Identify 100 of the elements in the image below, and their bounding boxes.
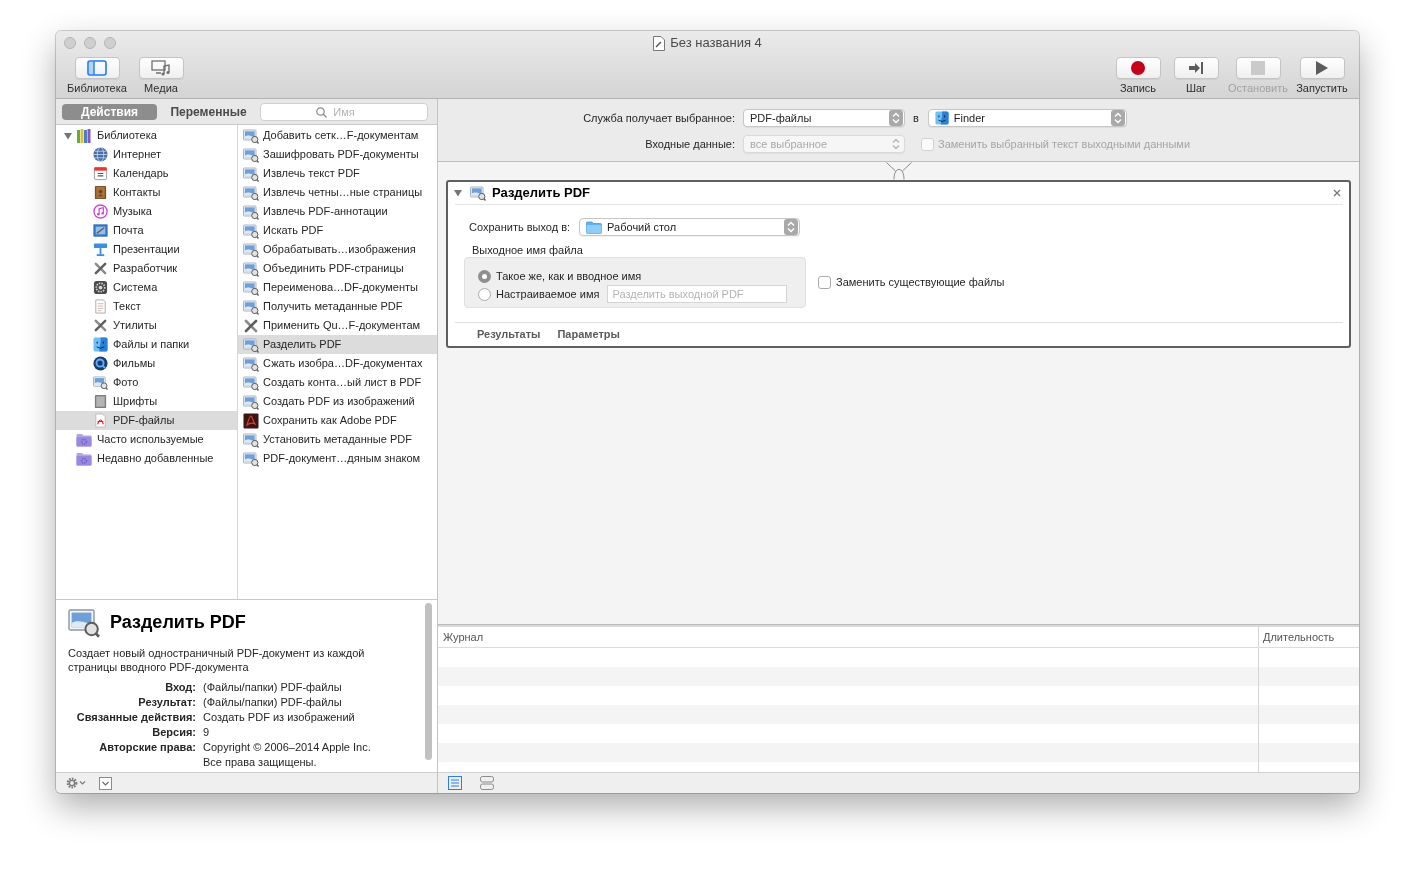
detail-value: (Файлы/папки) PDF-файлы [203,695,343,710]
toolbar-label: Запустить [1296,82,1348,95]
action-item[interactable]: Сжать изобра…DF-документах [238,354,437,373]
action-item[interactable]: Извлечь четны…ные страницы [238,183,437,202]
segment-tab[interactable]: Переменные [161,103,256,120]
action-item[interactable]: Объединить PDF-страницы [238,259,437,278]
checkbox-label: Заменить существующие файлы [836,275,1005,291]
disclosure-triangle-icon[interactable] [64,131,72,140]
detail-label: Вход: [164,680,196,695]
detail-label: Результат: [137,695,196,710]
toolbar-button[interactable] [1173,57,1219,79]
action-item[interactable]: Извлечь PDF-аннотации [238,202,437,221]
category-item[interactable]: Утилиты [56,316,237,335]
action-item[interactable]: Обрабатывать…изображения [238,240,437,259]
ring-icon [93,356,108,371]
toolbar-button[interactable] [1115,57,1161,79]
action-item[interactable]: Искать PDF [238,221,437,240]
input-connector-icon [885,162,912,180]
category-item[interactable]: Часто используемые [56,430,237,449]
play-icon [1316,61,1328,75]
action-item[interactable]: Извлечь текст PDF [238,164,437,183]
podium-icon [93,242,108,257]
document-swirl-icon [243,412,259,429]
action-item[interactable]: Применить Qu…F-документам [238,316,437,335]
globe-icon [93,147,108,162]
toolbar-button[interactable] [138,57,184,79]
search-icon [316,106,327,118]
close-icon[interactable] [1333,189,1341,197]
category-item[interactable]: PDF-файлы [56,411,237,430]
minimize-button[interactable] [84,37,96,49]
action-item[interactable]: Сохранить как Adobe PDF [238,411,437,430]
photo-magnifier-icon [243,279,259,296]
step-forward-icon [1188,61,1204,75]
search-field[interactable]: Имя [260,102,428,121]
category-item[interactable]: Интернет [56,145,237,164]
action-item[interactable]: PDF-документ…дяным знаком [238,449,437,468]
action-item[interactable]: Переименова…DF-документы [238,278,437,297]
close-button[interactable] [64,37,76,49]
action-card[interactable]: Разделить PDF Сохранить выход в: Рабочий стол Выходное имя файла Такое же, как и вводное имя Настраиваемое имя Разделить выходной PDF Заменить существующие файлы Результаты Параметры [446,180,1351,348]
document-icon [93,413,108,428]
category-item[interactable]: Файлы и папки [56,335,237,354]
crossed-tools-icon [93,318,108,333]
action-item[interactable]: Разделить PDF [238,335,437,354]
list-view-icon[interactable] [448,776,462,790]
category-item[interactable]: Недавно добавленные [56,449,237,468]
action-item[interactable]: Установить метаданные PDF [238,430,437,449]
category-item[interactable]: Почта [56,221,237,240]
column-header[interactable]: Длительность [1258,627,1359,647]
footer-tab[interactable]: Результаты [477,326,541,343]
field-label: Сохранить выход в: [469,219,571,235]
popup-button[interactable]: Finder [927,109,1127,127]
category-item[interactable]: Система [56,278,237,297]
footer-tab[interactable]: Параметры [557,326,620,343]
photo-magnifier-icon [243,431,259,448]
category-item[interactable]: Презентации [56,240,237,259]
photo-magnifier-icon [243,298,259,315]
group-label: Выходное имя файла [472,243,583,257]
split-view-icon[interactable] [480,776,494,790]
category-item[interactable]: Музыка [56,202,237,221]
up-down-arrows-icon [784,219,799,235]
scrollbar-thumb[interactable] [425,603,432,760]
photo-magnifier-icon [243,393,259,410]
category-item[interactable]: Фильмы [56,354,237,373]
category-item[interactable]: Шрифты [56,392,237,411]
photo-magnifier-icon [243,184,259,201]
radio-button[interactable] [478,287,491,301]
photo-magnifier-icon [243,203,259,220]
detail-value: 9 [203,725,211,740]
popup-button[interactable]: Рабочий стол [579,218,801,236]
crossed-tools-icon [243,317,259,334]
action-item[interactable]: Зашифровать PDF-документы [238,145,437,164]
category-item[interactable]: Контакты [56,183,237,202]
smiling-face-icon [934,111,949,125]
field-label: Служба получает выбранное: [582,110,735,126]
popup-button[interactable]: PDF-файлы [743,109,905,127]
radio-label: Настраиваемое имя [496,286,600,302]
toolbar-button[interactable] [74,57,120,79]
panel-toggle-icon[interactable] [99,776,112,790]
zoom-button[interactable] [104,37,116,49]
category-item[interactable]: Текст [56,297,237,316]
gear-menu-icon[interactable] [66,777,86,789]
detail-label: Авторские права: [98,740,196,755]
category-item[interactable]: Библиотека [56,126,237,145]
disclosure-triangle-icon[interactable] [454,189,462,197]
toolbar-button[interactable] [1299,57,1345,79]
category-item[interactable]: Фото [56,373,237,392]
action-item[interactable]: Создать PDF из изображений [238,392,437,411]
action-item[interactable]: Получить метаданные PDF [238,297,437,316]
action-item[interactable]: Создать конта…ый лист в PDF [238,373,437,392]
checkbox[interactable] [818,276,831,289]
action-item[interactable]: Добавить сетк…F-документам [238,126,437,145]
name-input-field[interactable]: Разделить выходной PDF [607,285,788,303]
description-text: Создает новый одностраничный PDF-документ из каждой страницы вводного PDF-документа [68,646,366,674]
photo-magnifier-icon [243,146,259,163]
photo-magnifier-icon [68,606,100,638]
category-item[interactable]: Календарь [56,164,237,183]
column-header[interactable]: Журнал [438,627,1258,647]
category-item[interactable]: Разработчик [56,259,237,278]
stamp-icon [93,223,108,238]
radio-button[interactable] [478,269,491,283]
